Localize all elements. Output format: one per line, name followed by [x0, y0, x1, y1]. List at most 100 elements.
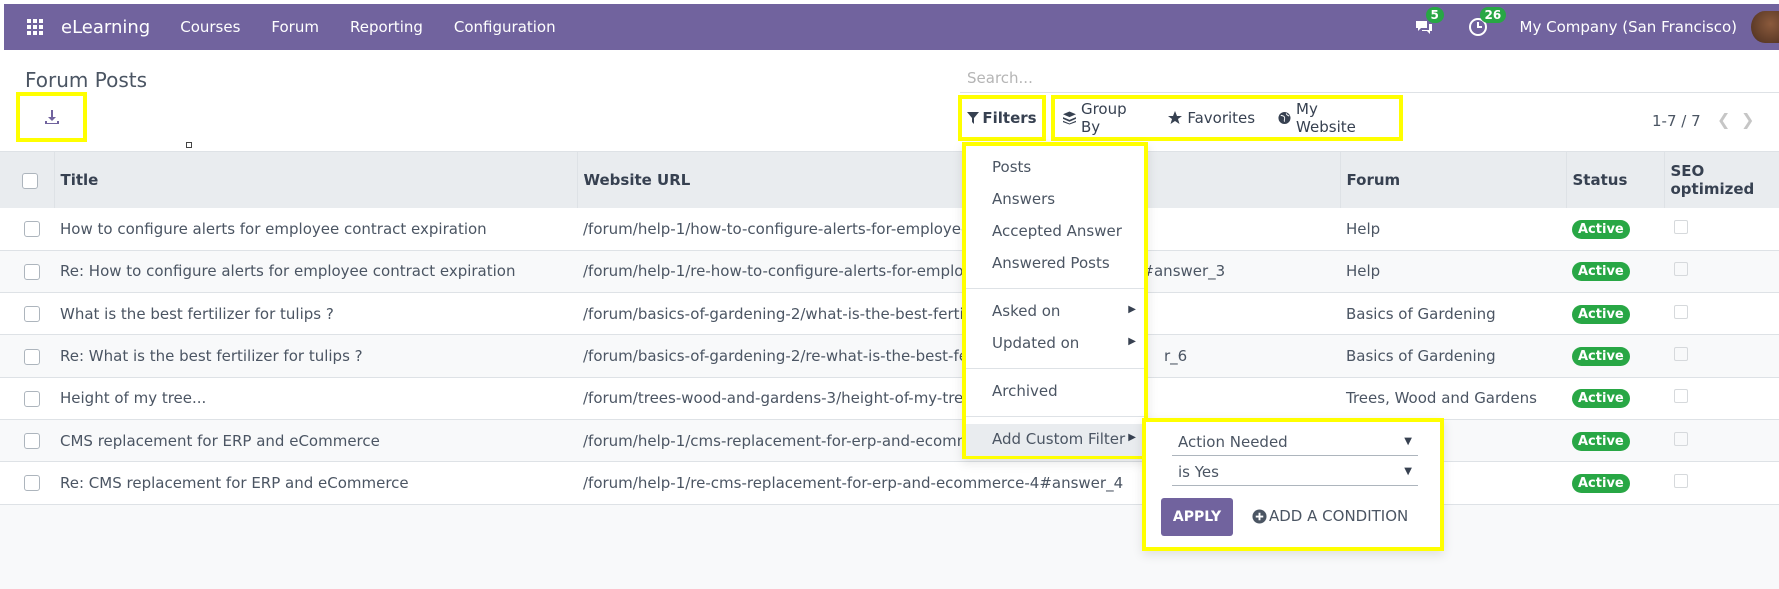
row-select-cell	[0, 250, 54, 292]
cell-url: /forum/basics-of-gardening-2/what-is-the…	[583, 304, 968, 323]
table-row[interactable]: CMS replacement for ERP and eCommerce /f…	[0, 419, 1779, 462]
activities-button[interactable]: 26	[1466, 7, 1507, 39]
list-view: Title Website URL Forum Status SEO optim…	[0, 152, 1779, 589]
pager-value[interactable]: 1-7 / 7	[1652, 112, 1701, 130]
url-text: /forum/basics-of-gardening-2/re-what-is-…	[583, 347, 968, 366]
row-checkbox[interactable]	[24, 390, 40, 407]
table-row[interactable]: Re: CMS replacement for ERP and eCommerc…	[0, 462, 1779, 505]
table-row[interactable]: Height of my tree... /forum/trees-wood-a…	[0, 377, 1779, 420]
apply-button[interactable]: APPLY	[1161, 498, 1233, 536]
cell-url: /forum/trees-wood-and-gardens-3/height-o…	[583, 389, 973, 408]
add-condition-label: ADD A CONDITION	[1269, 507, 1409, 525]
row-checkbox[interactable]	[24, 348, 40, 365]
status-badge: Active	[1572, 431, 1630, 451]
cell-forum: Basics of Gardening	[1346, 304, 1496, 323]
cell-url: /forum/basics-of-gardening-2/re-what-is-…	[577, 335, 1340, 377]
row-select-cell	[0, 335, 54, 377]
filters-dropdown: Posts Answers Accepted Answer Answered P…	[962, 142, 1148, 459]
favorites-label: Favorites	[1187, 109, 1256, 127]
filters-toggle[interactable]: Filters	[958, 95, 1046, 141]
row-checkbox[interactable]	[24, 221, 40, 238]
cell-title: Re: How to configure alerts for employee…	[60, 262, 516, 281]
table-row[interactable]: Re: How to configure alerts for employee…	[0, 250, 1779, 293]
filter-answers[interactable]: Answers	[992, 190, 1055, 208]
search-options: Group By Favorites My Website	[1051, 95, 1403, 141]
cell-status: Active	[1566, 419, 1664, 461]
cell-title: What is the best fertilizer for tulips ?	[60, 304, 334, 323]
status-badge: Active	[1572, 262, 1630, 282]
seo-checkbox	[1674, 347, 1688, 362]
filter-accepted-answer[interactable]: Accepted Answer	[992, 222, 1122, 240]
table-row[interactable]: What is the best fertilizer for tulips ?…	[0, 293, 1779, 335]
resize-handle	[186, 142, 192, 148]
column-header-url[interactable]: Website URL	[577, 152, 1341, 208]
table-row[interactable]: How to configure alerts for employee con…	[0, 208, 1779, 251]
filter-updated-on[interactable]: Updated on ▶	[992, 334, 1144, 352]
seo-checkbox	[1674, 219, 1688, 234]
updated-on-label: Updated on	[992, 334, 1080, 352]
table-row[interactable]: Re: What is the best fertilizer for tuli…	[0, 334, 1779, 378]
company-switcher[interactable]: My Company (San Francisco)	[1520, 18, 1737, 36]
website-label: My Website	[1296, 100, 1356, 136]
cell-status: Active	[1566, 335, 1664, 377]
custom-filter-operator-select[interactable]: is Yes ▼	[1172, 460, 1418, 486]
layers-icon	[1063, 111, 1076, 125]
pager-next-icon[interactable]: ❯	[1741, 110, 1754, 129]
caret-right-icon: ▶	[1128, 432, 1136, 443]
custom-filter-panel: Action Needed ▼ is Yes ▼ APPLY ADD A CON…	[1142, 418, 1444, 551]
seo-checkbox	[1674, 473, 1688, 488]
user-avatar[interactable]	[1751, 11, 1779, 43]
search-input[interactable]	[960, 63, 1779, 93]
caret-down-icon: ▼	[1404, 436, 1412, 447]
filter-icon	[967, 112, 980, 124]
cell-status: Active	[1566, 293, 1664, 335]
row-select-cell	[0, 293, 54, 335]
filter-asked-on[interactable]: Asked on ▶	[992, 302, 1144, 320]
row-checkbox[interactable]	[24, 475, 40, 492]
cell-title: CMS replacement for ERP and eCommerce	[60, 431, 380, 450]
status-badge: Active	[1572, 304, 1630, 324]
menu-configuration[interactable]: Configuration	[454, 18, 556, 36]
dropdown-divider	[966, 416, 1144, 417]
control-panel: Forum Posts Filters Group By Favorites M…	[0, 50, 1779, 152]
pager-previous-icon[interactable]: ❮	[1717, 110, 1730, 129]
website-toggle[interactable]: My Website	[1278, 100, 1376, 136]
column-header-status[interactable]: Status	[1566, 152, 1665, 208]
cell-seo	[1664, 293, 1779, 335]
cell-url: /forum/help-1/how-to-configure-alerts-fo…	[583, 219, 971, 238]
cell-forum: Basics of Gardening	[1346, 347, 1496, 366]
app-brand[interactable]: eLearning	[61, 17, 150, 38]
filter-archived[interactable]: Archived	[992, 382, 1058, 400]
menu-forum[interactable]: Forum	[271, 18, 319, 36]
add-custom-filter-toggle[interactable]: Add Custom Filter ▶	[992, 430, 1144, 448]
row-checkbox[interactable]	[24, 263, 40, 280]
column-header-title[interactable]: Title	[54, 152, 578, 208]
caret-right-icon: ▶	[1128, 304, 1136, 315]
main-menu: Courses Forum Reporting Configuration	[180, 18, 586, 36]
row-checkbox[interactable]	[24, 306, 40, 323]
column-header-seo[interactable]: SEO optimized	[1664, 152, 1779, 208]
select-all-checkbox[interactable]	[22, 172, 38, 189]
filter-posts[interactable]: Posts	[992, 158, 1031, 176]
menu-courses[interactable]: Courses	[180, 18, 240, 36]
status-badge: Active	[1572, 219, 1630, 239]
add-condition-button[interactable]: ADD A CONDITION	[1252, 507, 1408, 525]
custom-filter-field-select[interactable]: Action Needed ▼	[1172, 430, 1418, 456]
cell-title: Re: CMS replacement for ERP and eCommerc…	[60, 473, 409, 492]
export-button[interactable]	[16, 92, 87, 142]
messages-button[interactable]: 5	[1412, 7, 1444, 39]
menu-reporting[interactable]: Reporting	[350, 18, 423, 36]
filter-answered-posts[interactable]: Answered Posts	[992, 254, 1110, 272]
group-by-toggle[interactable]: Group By	[1063, 100, 1145, 136]
column-header-forum[interactable]: Forum	[1340, 152, 1567, 208]
cell-seo	[1664, 377, 1779, 419]
cell-seo	[1664, 208, 1779, 250]
caret-right-icon: ▶	[1128, 336, 1136, 347]
row-checkbox[interactable]	[24, 433, 40, 450]
messages-count-badge: 5	[1425, 7, 1444, 23]
status-badge: Active	[1572, 389, 1630, 409]
favorites-toggle[interactable]: Favorites	[1168, 109, 1255, 127]
top-navbar: eLearning Courses Forum Reporting Config…	[4, 4, 1779, 50]
globe-icon	[1278, 111, 1291, 125]
apps-grid-icon[interactable]	[27, 19, 43, 35]
